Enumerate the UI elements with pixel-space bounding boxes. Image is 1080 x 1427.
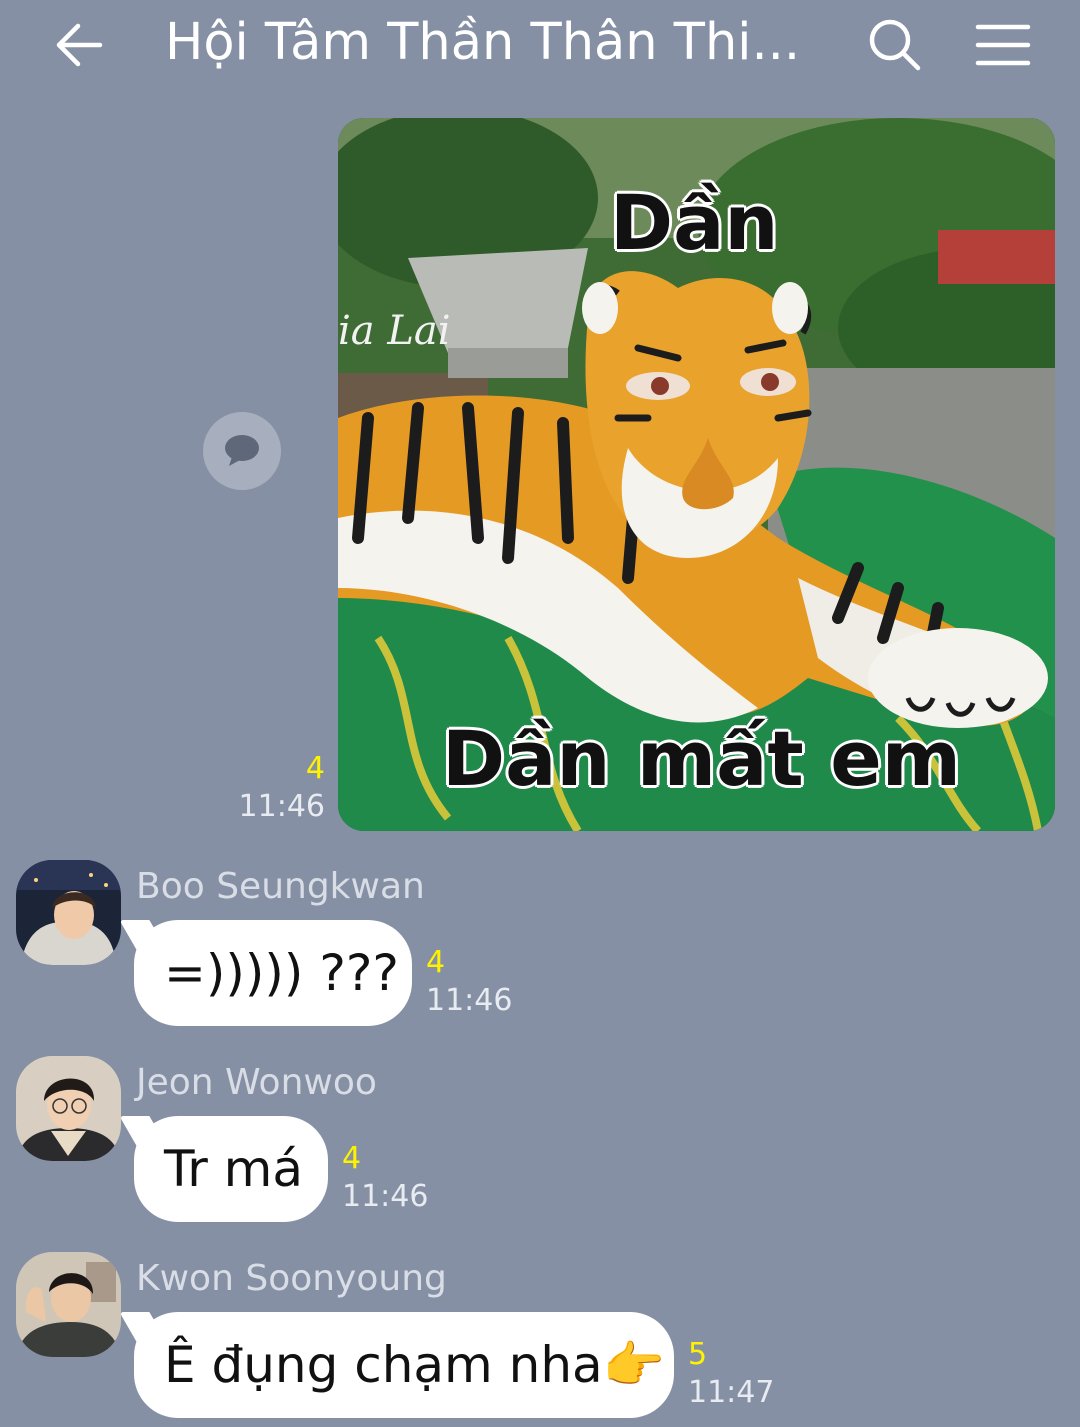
avatar[interactable] xyxy=(16,1056,121,1161)
search-icon xyxy=(869,19,921,71)
message-bubble[interactable]: Tr má xyxy=(134,1116,328,1222)
menu-button[interactable] xyxy=(970,14,1036,76)
read-count: 4 xyxy=(342,1141,362,1176)
image-watermark: ia Lai xyxy=(338,308,451,354)
message-meta: 4 11:46 xyxy=(239,750,325,826)
read-count: 5 xyxy=(688,1337,708,1372)
message-meta: 4 11:46 xyxy=(342,1140,428,1216)
tiger-meme-image[interactable]: ia Lai Dần Dần mất em xyxy=(338,118,1055,831)
message-meta: 4 11:46 xyxy=(426,944,512,1020)
avatar-photo xyxy=(16,860,121,965)
chat-title[interactable]: Hội Tâm Thần Thân Thi... xyxy=(165,10,825,76)
message-time: 11:46 xyxy=(426,983,513,1018)
meme-caption-top: Dần xyxy=(610,178,779,267)
avatar[interactable] xyxy=(16,1252,121,1357)
chat-bubble-icon xyxy=(225,435,259,466)
read-count: 4 xyxy=(305,751,325,786)
sender-name: Jeon Wonwoo xyxy=(136,1062,377,1103)
avatar-photo xyxy=(16,1056,121,1161)
chat-screen: Hội Tâm Thần Thân Thi... 4 11:46 ia Lai … xyxy=(0,0,1080,1427)
message-time: 11:46 xyxy=(238,789,325,824)
avatar-photo xyxy=(16,1252,121,1357)
message-text: Ê đụng chạm nha👉 xyxy=(164,1335,665,1394)
message-text: Tr má xyxy=(164,1140,303,1198)
chat-header: Hội Tâm Thần Thân Thi... xyxy=(0,0,1080,92)
meme-caption-bottom: Dần mất em xyxy=(442,714,961,803)
arrow-left-icon xyxy=(56,23,103,67)
message-time: 11:46 xyxy=(342,1179,429,1214)
message-bubble[interactable]: Ê đụng chạm nha👉 xyxy=(134,1312,674,1418)
read-count: 4 xyxy=(426,945,446,980)
search-button[interactable] xyxy=(862,12,928,78)
message-time: 11:47 xyxy=(688,1375,775,1410)
sender-name: Kwon Soonyoung xyxy=(136,1258,447,1299)
avatar[interactable] xyxy=(16,860,121,965)
hamburger-menu-icon xyxy=(975,24,1031,66)
sender-name: Boo Seungkwan xyxy=(136,866,425,907)
share-button[interactable] xyxy=(203,412,281,490)
message-meta: 5 11:47 xyxy=(688,1336,774,1412)
message-text: =))))) ??? xyxy=(164,944,399,1002)
back-button[interactable] xyxy=(48,14,110,76)
message-bubble[interactable]: =))))) ??? xyxy=(134,920,412,1026)
